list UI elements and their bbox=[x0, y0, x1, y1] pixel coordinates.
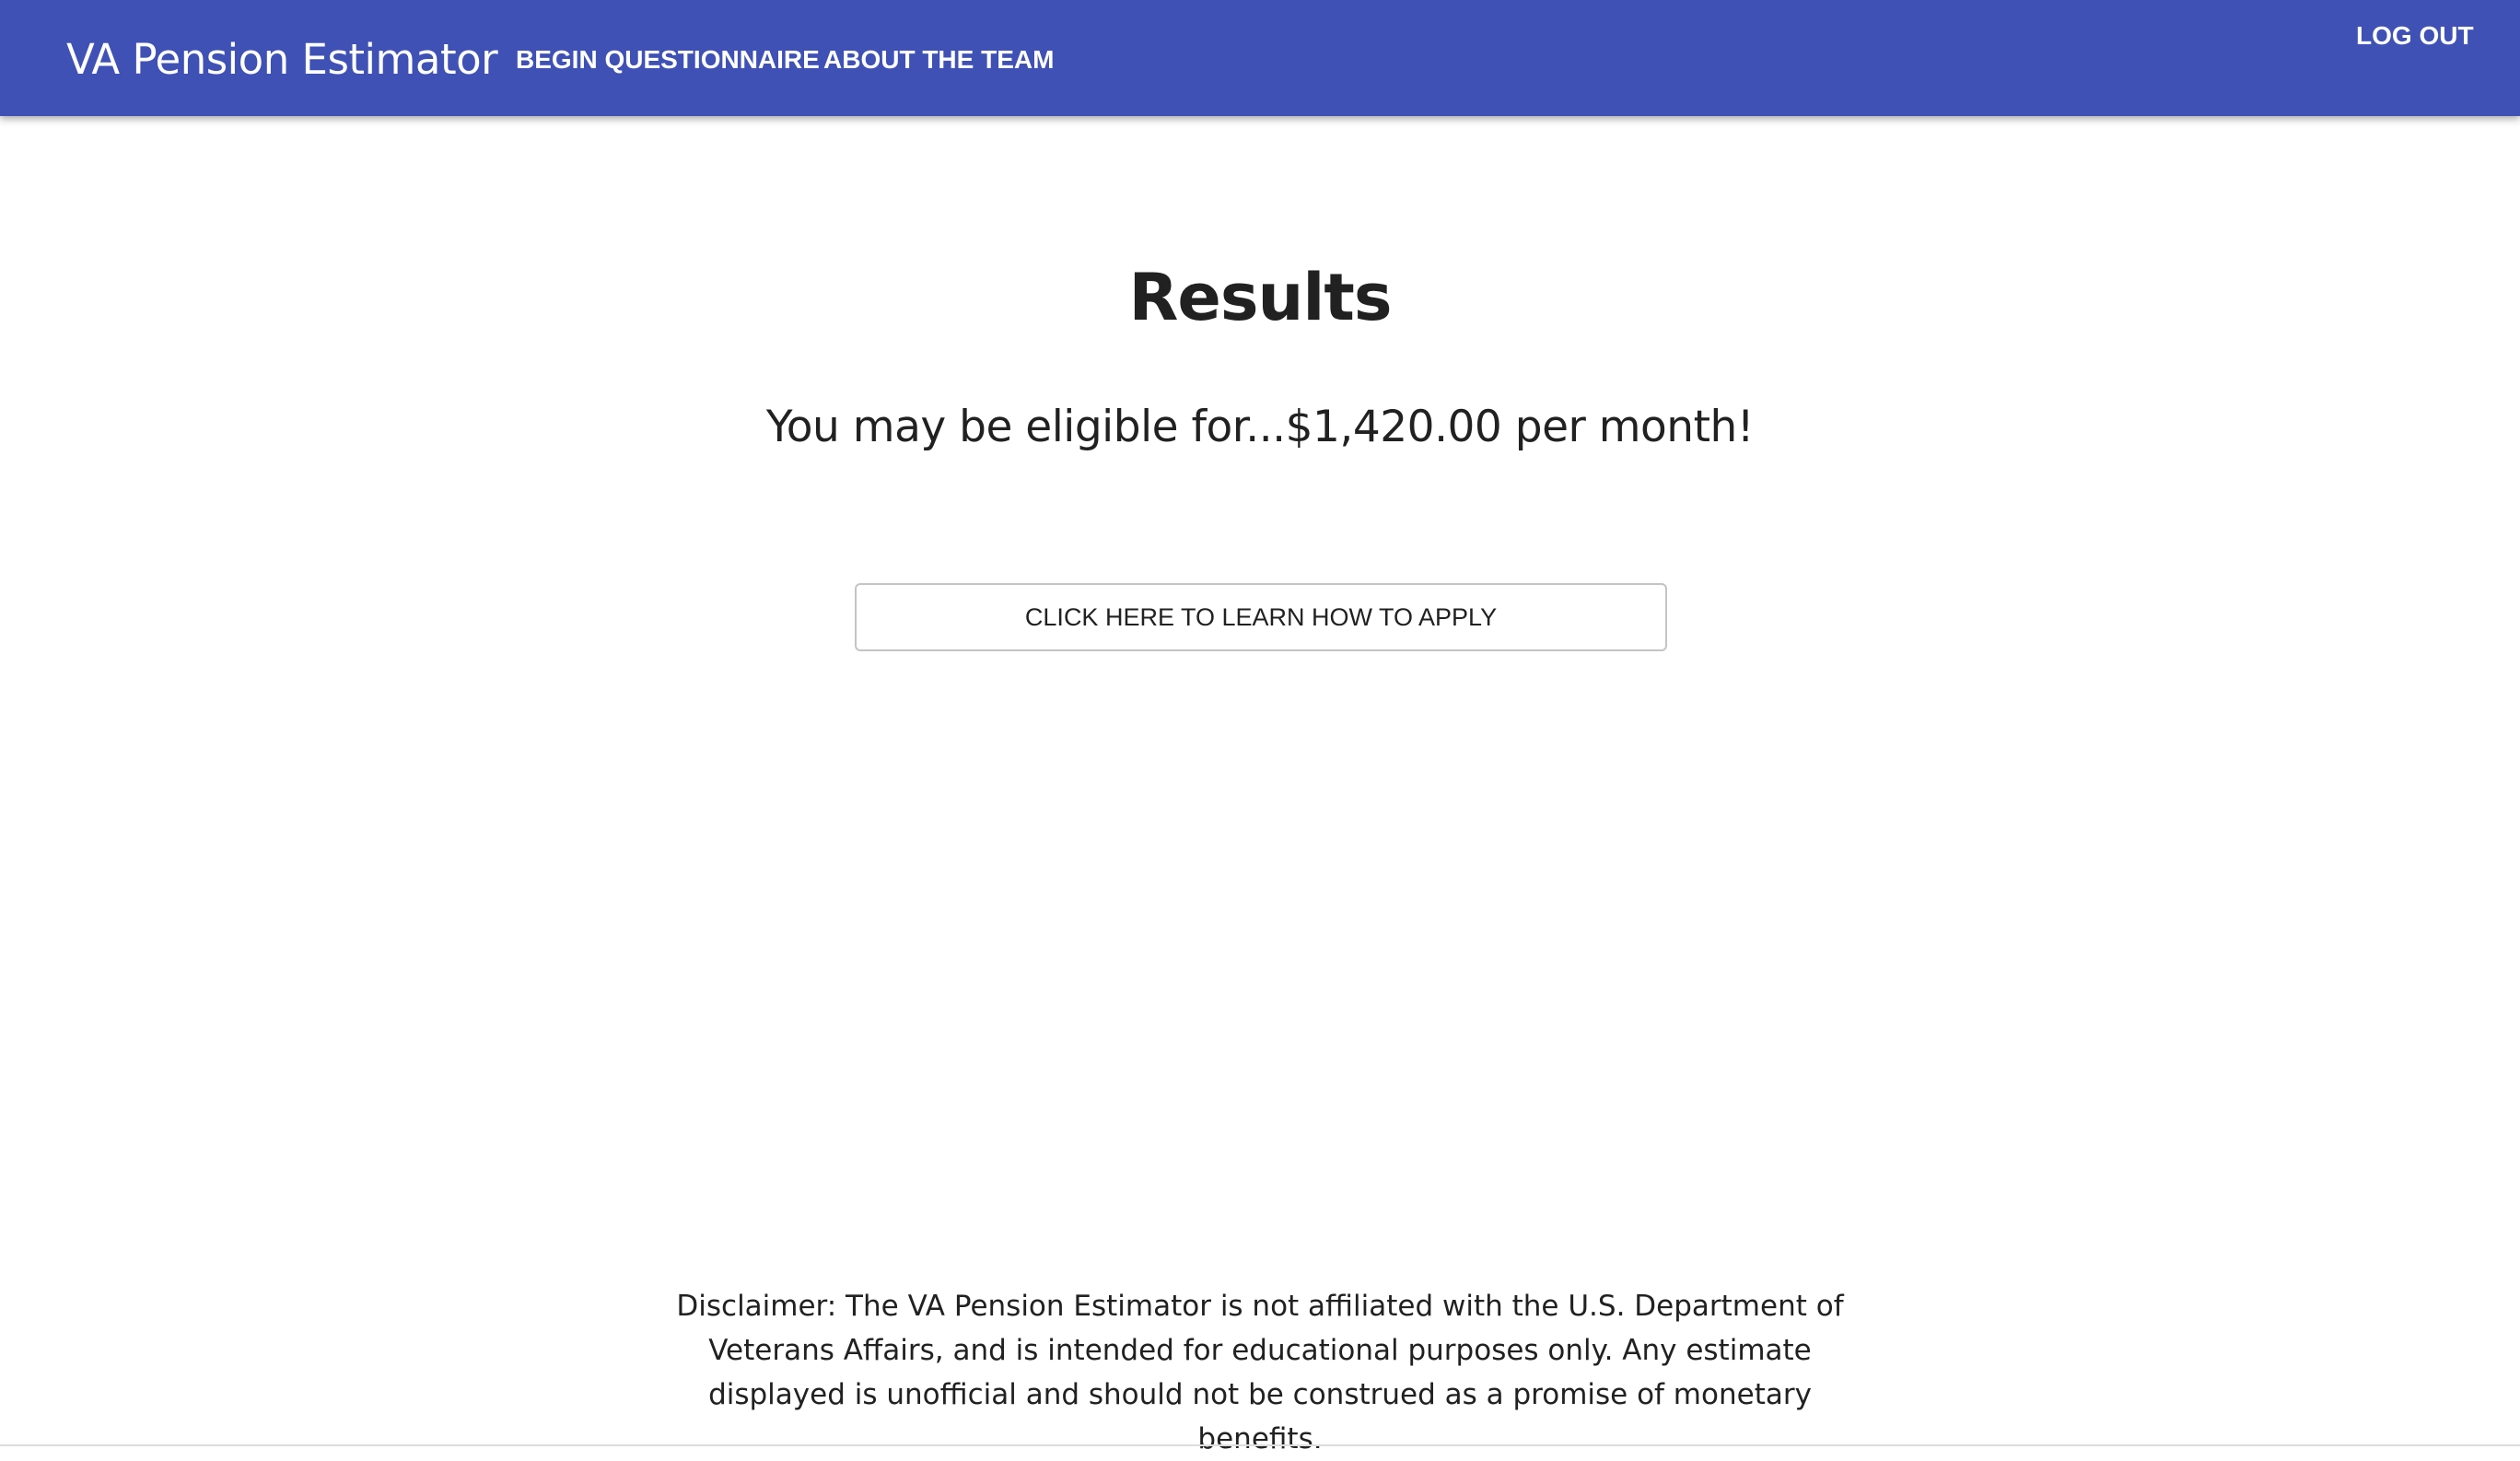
app-bar: VA Pension Estimator BEGIN QUESTIONNAIRE… bbox=[0, 0, 2520, 116]
disclaimer-text: Disclaimer: The VA Pension Estimator is … bbox=[676, 1290, 1844, 1455]
app-title[interactable]: VA Pension Estimator bbox=[66, 31, 498, 88]
eligibility-result: You may be eligible for...$1,420.00 per … bbox=[765, 402, 1755, 452]
results-page: Results You may be eligible for...$1,420… bbox=[0, 116, 2520, 1455]
page-title: Results bbox=[1128, 260, 1393, 335]
about-the-team-button[interactable]: ABOUT THE TEAM bbox=[823, 37, 1054, 83]
begin-questionnaire-button[interactable]: BEGIN QUESTIONNAIRE bbox=[516, 37, 820, 83]
footer-divider bbox=[0, 1444, 2520, 1446]
log-out-button[interactable]: LOG OUT bbox=[2356, 13, 2474, 59]
learn-how-to-apply-button[interactable]: CLICK HERE TO LEARN HOW TO APPLY bbox=[855, 583, 1667, 651]
